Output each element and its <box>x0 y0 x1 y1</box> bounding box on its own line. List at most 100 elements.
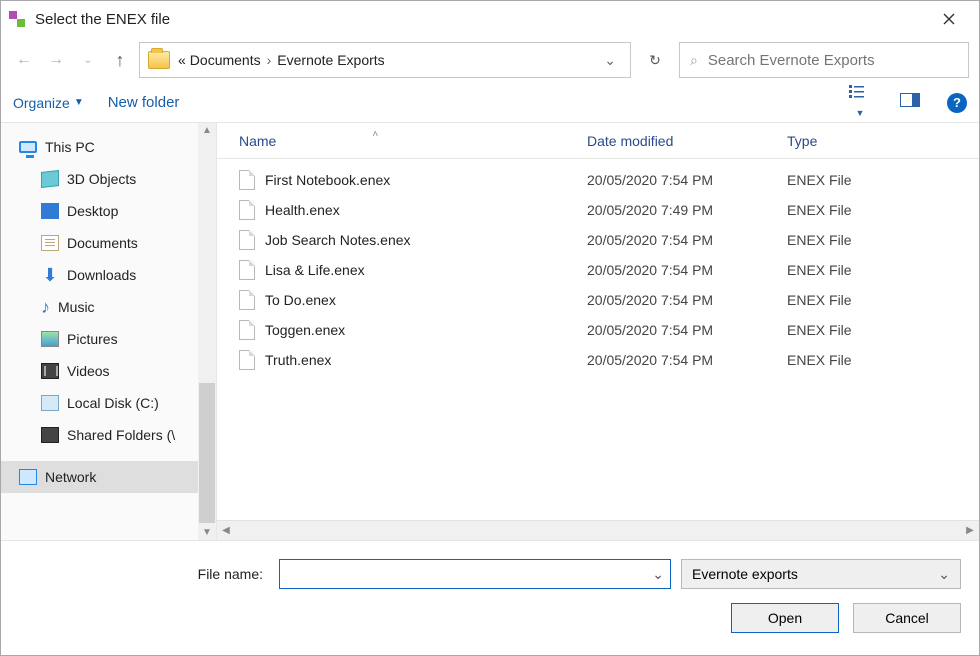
file-icon <box>239 200 255 220</box>
file-date: 20/05/2020 7:54 PM <box>587 262 787 278</box>
tree-downloads[interactable]: ⬇Downloads <box>1 259 198 291</box>
file-icon <box>239 260 255 280</box>
file-date: 20/05/2020 7:54 PM <box>587 292 787 308</box>
file-name: Lisa & Life.enex <box>265 262 365 278</box>
file-row[interactable]: Job Search Notes.enex20/05/2020 7:54 PME… <box>217 225 979 255</box>
file-icon <box>239 290 255 310</box>
new-folder-button[interactable]: New folder <box>108 94 180 111</box>
filename-label: File name: <box>19 566 269 582</box>
crumb-documents[interactable]: Documents <box>190 52 261 68</box>
file-list-area: Name˄ Date modified Type First Notebook.… <box>217 123 979 540</box>
tree-desktop[interactable]: Desktop <box>1 195 198 227</box>
file-type: ENEX File <box>787 352 979 368</box>
folder-tree: This PC 3D Objects Desktop Documents ⬇Do… <box>1 123 198 540</box>
file-date: 20/05/2020 7:54 PM <box>587 322 787 338</box>
cancel-button[interactable]: Cancel <box>853 603 961 633</box>
address-bar[interactable]: « Documents › Evernote Exports ⌄ <box>139 42 631 78</box>
nav-scrollbar[interactable]: ▲ ▼ <box>198 123 216 540</box>
file-row[interactable]: First Notebook.enex20/05/2020 7:54 PMENE… <box>217 165 979 195</box>
column-date[interactable]: Date modified <box>587 133 787 149</box>
file-icon <box>239 170 255 190</box>
monitor-icon <box>19 141 37 153</box>
crumb-evernote-exports[interactable]: Evernote Exports <box>277 52 384 68</box>
cube-icon <box>41 170 59 188</box>
crumb-prefix: « <box>178 52 186 68</box>
tree-local-disk[interactable]: Local Disk (C:) <box>1 387 198 419</box>
file-date: 20/05/2020 7:54 PM <box>587 232 787 248</box>
close-icon <box>943 13 955 25</box>
file-row[interactable]: Health.enex20/05/2020 7:49 PMENEX File <box>217 195 979 225</box>
filename-combo[interactable]: ⌄ <box>279 559 671 589</box>
tree-this-pc[interactable]: This PC <box>1 131 198 163</box>
chevron-down-icon[interactable]: ⌄ <box>652 566 664 583</box>
scroll-thumb[interactable] <box>199 383 215 523</box>
tree-shared-folders[interactable]: Shared Folders (\ <box>1 419 198 451</box>
search-box[interactable]: ⌕ <box>679 42 969 78</box>
dialog-footer: File name: ⌄ Evernote exports ⌄ Open Can… <box>1 540 979 655</box>
tree-documents[interactable]: Documents <box>1 227 198 259</box>
picture-icon <box>41 331 59 347</box>
horizontal-scrollbar[interactable]: ◀ ▶ <box>217 520 979 540</box>
close-button[interactable] <box>927 4 971 34</box>
filter-label: Evernote exports <box>692 566 798 582</box>
file-row[interactable]: Toggen.enex 20/05/2020 7:54 PMENEX File <box>217 315 979 345</box>
column-type[interactable]: Type <box>787 133 979 149</box>
file-date: 20/05/2020 7:49 PM <box>587 202 787 218</box>
scroll-left-icon[interactable]: ◀ <box>217 525 235 536</box>
file-name: First Notebook.enex <box>265 172 390 188</box>
address-dropdown[interactable]: ⌄ <box>598 52 622 69</box>
title-bar: Select the ENEX file <box>1 1 979 37</box>
view-options-button[interactable]: ▼ <box>847 84 873 121</box>
file-icon <box>239 350 255 370</box>
tree-pictures[interactable]: Pictures <box>1 323 198 355</box>
filename-input[interactable] <box>286 566 652 582</box>
organize-menu[interactable]: Organize ▼ <box>13 95 84 111</box>
tree-3d-objects[interactable]: 3D Objects <box>1 163 198 195</box>
app-icon <box>9 11 25 27</box>
organize-label: Organize <box>13 95 70 111</box>
network-icon <box>19 469 37 485</box>
scroll-up-icon[interactable]: ▲ <box>202 125 212 136</box>
file-row[interactable]: Lisa & Life.enex20/05/2020 7:54 PMENEX F… <box>217 255 979 285</box>
back-button[interactable]: ← <box>11 46 37 74</box>
disk-icon <box>41 395 59 411</box>
file-type: ENEX File <box>787 322 979 338</box>
file-icon <box>239 320 255 340</box>
window-title: Select the ENEX file <box>35 11 927 28</box>
shared-folder-icon <box>41 427 59 443</box>
scroll-right-icon[interactable]: ▶ <box>961 525 979 536</box>
history-dropdown[interactable]: ⌄ <box>75 46 101 74</box>
open-button[interactable]: Open <box>731 603 839 633</box>
help-button[interactable]: ? <box>947 93 967 113</box>
up-button[interactable]: ↑ <box>107 46 133 74</box>
file-row[interactable]: Truth.enex20/05/2020 7:54 PMENEX File <box>217 345 979 375</box>
chevron-down-icon: ⌄ <box>938 566 950 583</box>
file-type: ENEX File <box>787 202 979 218</box>
tree-music[interactable]: ♪Music <box>1 291 198 323</box>
file-name: Toggen.enex <box>265 322 345 338</box>
tree-network[interactable]: Network <box>1 461 198 493</box>
file-date: 20/05/2020 7:54 PM <box>587 172 787 188</box>
file-type-filter[interactable]: Evernote exports ⌄ <box>681 559 961 589</box>
documents-icon <box>41 235 59 251</box>
music-icon: ♪ <box>41 300 50 314</box>
search-input[interactable] <box>708 52 958 69</box>
folder-icon <box>148 51 170 69</box>
file-name: To Do.enex <box>265 292 336 308</box>
file-icon <box>239 230 255 250</box>
tree-videos[interactable]: Videos <box>1 355 198 387</box>
body: This PC 3D Objects Desktop Documents ⬇Do… <box>1 123 979 540</box>
forward-button[interactable]: → <box>43 46 69 74</box>
download-icon: ⬇ <box>41 268 59 282</box>
file-date: 20/05/2020 7:54 PM <box>587 352 787 368</box>
toolbar: Organize ▼ New folder ▼ ? <box>1 83 979 123</box>
file-list: First Notebook.enex20/05/2020 7:54 PMENE… <box>217 159 979 520</box>
file-row[interactable]: To Do.enex20/05/2020 7:54 PMENEX File <box>217 285 979 315</box>
breadcrumb: « Documents › Evernote Exports <box>178 52 385 68</box>
column-headers: Name˄ Date modified Type <box>217 123 979 159</box>
search-icon: ⌕ <box>690 52 698 69</box>
preview-pane-button[interactable] <box>897 93 923 112</box>
refresh-button[interactable]: ↻ <box>637 42 673 78</box>
scroll-down-icon[interactable]: ▼ <box>202 527 212 538</box>
column-name[interactable]: Name˄ <box>217 133 587 149</box>
